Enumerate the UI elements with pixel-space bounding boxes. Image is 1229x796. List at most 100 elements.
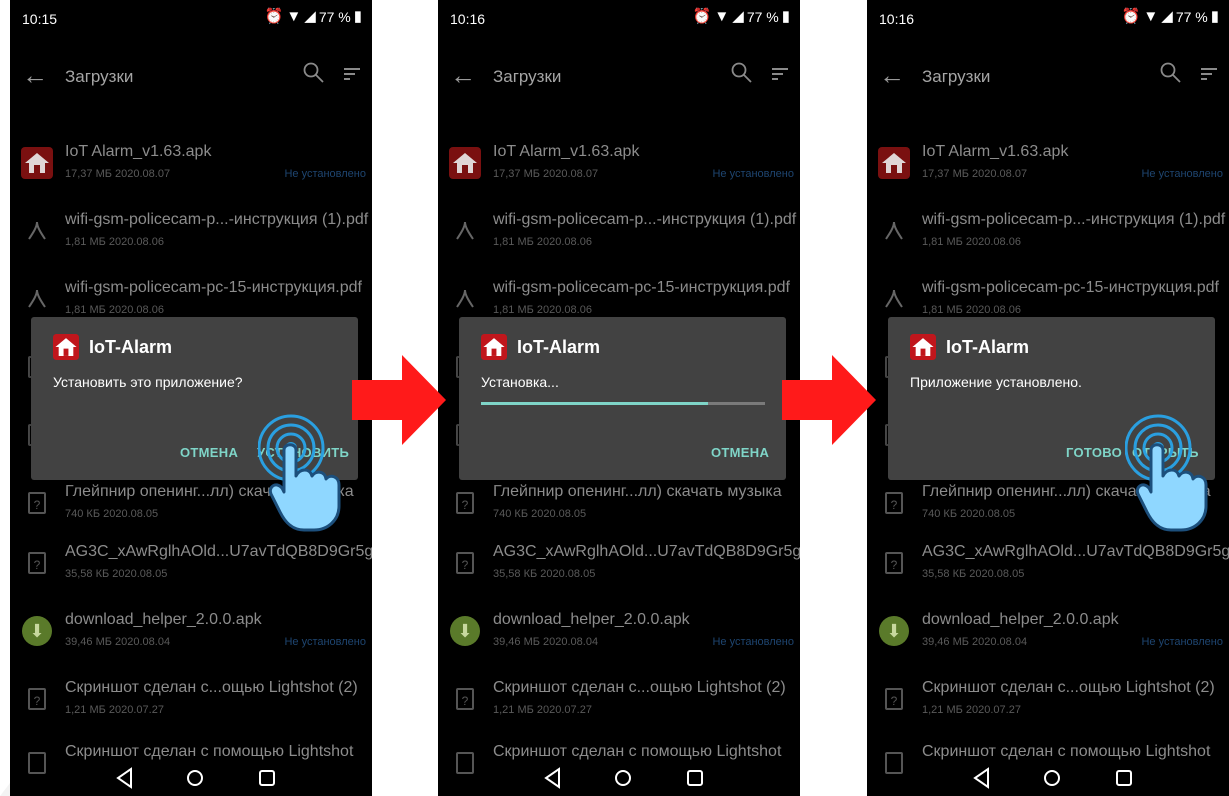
file-row[interactable]: wifi-gsm-policecam-p...-инструкция (1).p… [867,203,1229,265]
file-row[interactable]: ⬇ download_helper_2.0.0.apk 39,46 МБ 202… [438,603,800,665]
wifi-icon: ▼ [286,8,302,25]
progress-fill [481,402,709,405]
file-name: IoT Alarm_v1.63.apk [922,143,1069,160]
back-arrow-icon[interactable]: ← [22,60,48,90]
file-row[interactable]: ? Скриншот сделан с...ощью Lightshot (2)… [438,671,800,733]
signal-icon: ◢ [1161,8,1173,25]
wifi-icon: ▼ [714,8,730,25]
status-bar: 10:16 ⏰ ▼ ◢ 77 % ▮ [867,0,1229,38]
recents-nav-icon[interactable] [1109,765,1139,791]
pdf-icon [19,213,55,249]
file-row[interactable]: ? Глейпнир опенинг...лл) скачать музыка … [438,475,800,537]
dialog-title: IoT-Alarm [946,336,1030,357]
home-nav-icon[interactable] [180,765,210,791]
file-meta: 35,58 КБ 2020.08.05 [922,568,1025,580]
tap-hand-icon [258,414,341,532]
home-nav-icon[interactable] [608,765,638,791]
install-status: Не установлено [1141,636,1223,648]
doc-icon: ? [876,485,912,521]
back-nav-icon[interactable] [110,765,140,791]
dialog-title: IoT-Alarm [517,336,601,357]
file-meta: 39,46 МБ 2020.08.04 [65,636,171,648]
page-title: Загрузки [922,67,991,86]
page-title: Загрузки [65,67,134,86]
recents-nav-icon[interactable] [680,765,710,791]
pdf-icon [876,281,912,317]
file-name: wifi-gsm-policecam-pc-15-инструкция.pdf [922,279,1219,296]
file-row[interactable]: ? Скриншот сделан с...ощью Lightshot (2)… [867,671,1229,733]
file-row[interactable]: wifi-gsm-policecam-p...-инструкция (1).p… [438,203,800,265]
done-button[interactable]: ГОТОВО [1066,445,1122,460]
arrow-right-icon [352,355,446,445]
file-name: wifi-gsm-policecam-p...-инструкция (1).p… [65,211,369,228]
app-bar: ← Загрузки [438,58,800,108]
doc-icon: ? [876,681,912,717]
file-row[interactable]: ⬇ download_helper_2.0.0.apk 39,46 МБ 202… [10,603,372,665]
file-row[interactable]: ⬇ download_helper_2.0.0.apk 39,46 МБ 202… [867,603,1229,665]
file-row[interactable]: IoT Alarm_v1.63.apk 17,37 МБ 2020.08.07 … [867,135,1229,197]
arrow-right-icon [782,355,876,445]
file-meta: 1,81 МБ 2020.08.06 [493,236,592,248]
app-icon [53,334,79,360]
file-meta: 1,81 МБ 2020.08.06 [65,236,164,248]
app-icon [449,147,481,179]
file-meta: 35,58 КБ 2020.08.05 [65,568,168,580]
file-meta: 17,37 МБ 2020.08.07 [493,168,599,180]
recents-nav-icon[interactable] [252,765,282,791]
file-meta: 1,21 МБ 2020.07.27 [65,704,164,716]
file-meta: 740 КБ 2020.08.05 [922,508,1016,520]
file-name: IoT Alarm_v1.63.apk [493,143,640,160]
status-time: 10:16 [879,11,915,27]
file-row[interactable]: wifi-gsm-policecam-p...-инструкция (1).p… [10,203,372,265]
sort-icon[interactable] [342,64,362,84]
doc-icon: ? [19,681,55,717]
alarm-icon: ⏰ [264,8,284,25]
install-status: Не установлено [1141,168,1223,180]
download-icon: ⬇ [447,613,483,649]
doc-icon: ? [19,485,55,521]
sort-icon[interactable] [1199,64,1219,84]
battery-percent: 77 % [1175,9,1208,25]
install-status: Не установлено [284,168,366,180]
file-row[interactable]: ? AG3C_xAwRglhAOld...U7avTdQB8D9Gr5g= 35… [867,535,1229,597]
file-meta: 1,81 МБ 2020.08.06 [922,236,1021,248]
download-icon: ⬇ [876,613,912,649]
wifi-icon: ▼ [1143,8,1159,25]
battery-icon: ▮ [353,8,362,25]
back-nav-icon[interactable] [967,765,997,791]
phone-screen-2: 10:16 ⏰ ▼ ◢ 77 % ▮ ← Загрузки IoT Alarm_… [438,0,800,796]
file-row[interactable]: IoT Alarm_v1.63.apk 17,37 МБ 2020.08.07 … [438,135,800,197]
file-name: download_helper_2.0.0.apk [493,611,690,628]
dialog-message: Установить это приложение? [53,374,243,390]
doc-icon: ? [876,545,912,581]
search-icon[interactable] [302,61,326,85]
alarm-icon: ⏰ [692,8,712,25]
cancel-button[interactable]: ОТМЕНА [180,445,238,460]
file-row[interactable]: ? AG3C_xAwRglhAOld...U7avTdQB8D9Gr5g= 35… [438,535,800,597]
signal-icon: ◢ [304,8,316,25]
file-row[interactable]: IoT Alarm_v1.63.apk 17,37 МБ 2020.08.07 … [10,135,372,197]
search-icon[interactable] [730,61,754,85]
download-icon: ⬇ [19,613,55,649]
file-name: Скриншот сделан с...ощью Lightshot (2) [922,679,1215,696]
file-name: wifi-gsm-policecam-pc-15-инструкция.pdf [65,279,362,296]
back-arrow-icon[interactable]: ← [879,60,905,90]
file-row[interactable]: ? Скриншот сделан с...ощью Lightshot (2)… [10,671,372,733]
cancel-button[interactable]: ОТМЕНА [711,445,769,460]
status-bar: 10:16 ⏰ ▼ ◢ 77 % ▮ [438,0,800,38]
search-icon[interactable] [1159,61,1183,85]
install-progress-bar [481,402,765,405]
back-nav-icon[interactable] [538,765,568,791]
sort-icon[interactable] [770,64,790,84]
dialog-title: IoT-Alarm [89,336,173,357]
file-row[interactable]: ? AG3C_xAwRglhAOld...U7avTdQB8D9Gr5g= 35… [10,535,372,597]
home-nav-icon[interactable] [1037,765,1067,791]
file-meta: 17,37 МБ 2020.08.07 [65,168,171,180]
signal-icon: ◢ [732,8,744,25]
dialog-message: Установка... [481,374,559,390]
file-meta: 35,58 КБ 2020.08.05 [493,568,596,580]
pdf-icon [447,213,483,249]
back-arrow-icon[interactable]: ← [450,60,476,90]
status-time: 10:16 [450,11,486,27]
nav-bar [867,760,1229,796]
